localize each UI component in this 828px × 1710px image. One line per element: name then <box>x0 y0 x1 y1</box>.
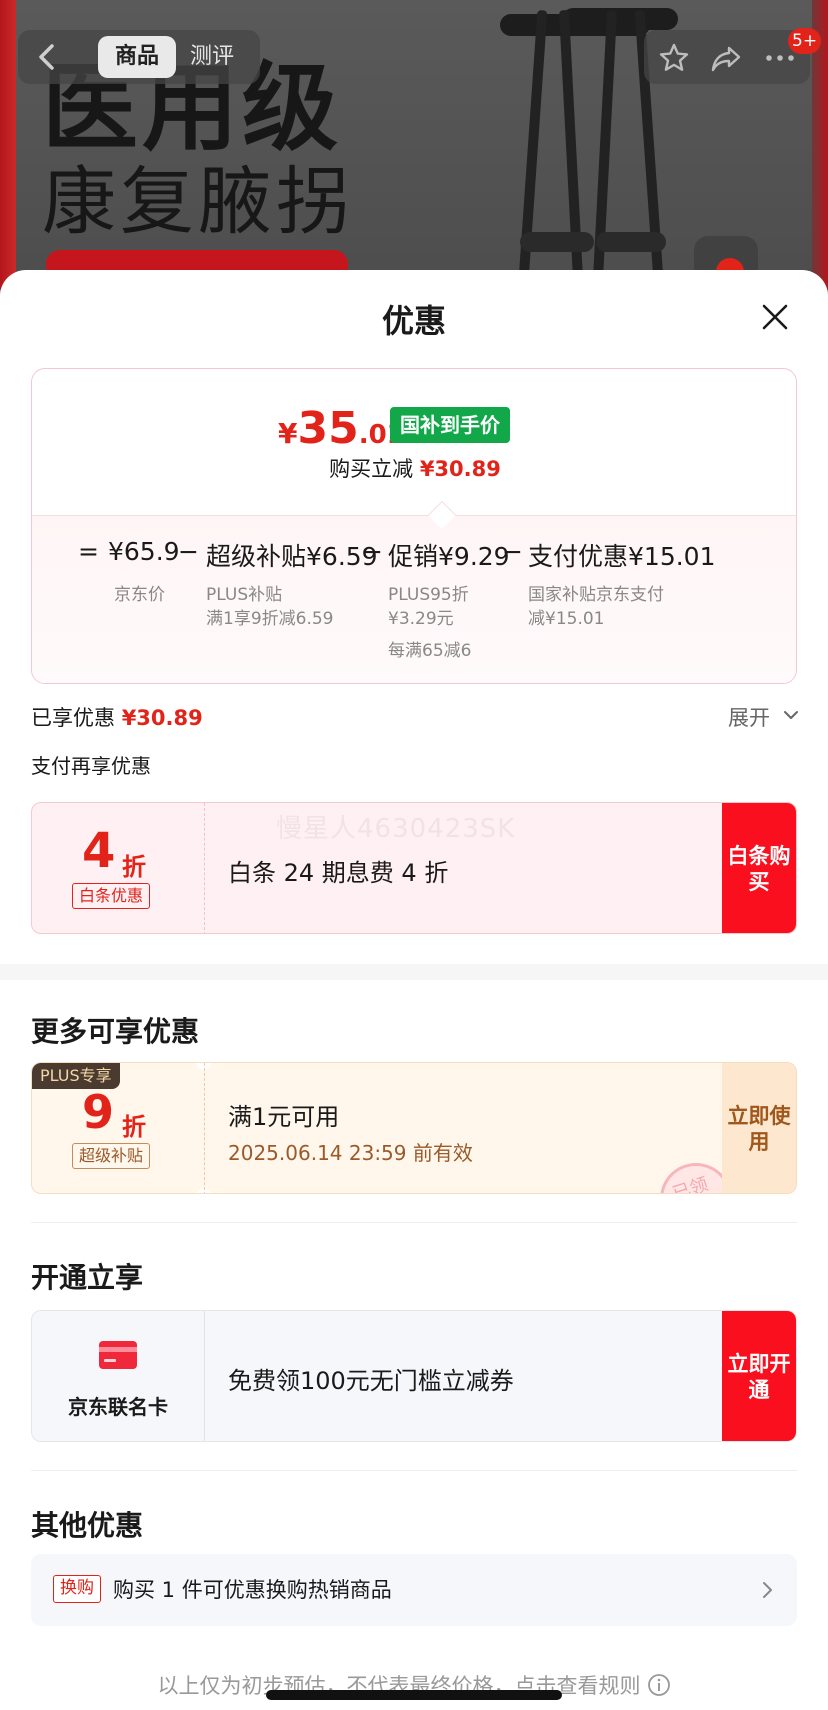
national-subsidy-detail: 减¥15.01 <box>528 609 605 629</box>
coupon-title: 满1元可用 <box>228 1103 340 1131</box>
reduce-amount: ¥30.89 <box>419 457 501 481</box>
open-section-title: 开通立享 <box>31 1261 144 1294</box>
plus-subsidy-label: PLUS补贴 <box>206 585 283 605</box>
use-now-button[interactable]: 立即使用 <box>722 1063 796 1193</box>
promo-label: 促销 <box>388 542 439 571</box>
price-breakdown-card: ¥35.01 国补到手价 购买立减 ¥30.89 = ¥65.9 − 超级补贴¥… <box>31 368 797 684</box>
crutch-shape <box>562 8 678 30</box>
chevron-right-icon[interactable] <box>759 1580 775 1600</box>
discount-unit: 折 <box>122 1113 146 1141</box>
other-section-title: 其他优惠 <box>31 1509 144 1542</box>
full-reduce-label: 每满65减6 <box>388 641 472 661</box>
price-integer: 35 <box>297 403 359 454</box>
promo-value: ¥9.29 <box>438 542 510 571</box>
pay-section-title: 支付再享优惠 <box>31 754 151 778</box>
coupon-title: 白条 24 期息费 4 折 <box>228 859 449 887</box>
promo-item: 促销¥9.29 <box>388 537 510 573</box>
crutch-shape <box>596 232 666 252</box>
pay-discount-value: ¥15.01 <box>628 542 716 571</box>
minus-sign: − <box>178 537 199 566</box>
sheet-title: 优惠 <box>381 302 446 340</box>
section-separator <box>0 964 828 980</box>
plus-subsidy-detail: 满1享9折减6.59 <box>206 609 334 629</box>
star-icon[interactable] <box>658 42 690 74</box>
minus-sign: − <box>502 537 523 566</box>
minus-sign: − <box>362 537 383 566</box>
coupon-divider <box>204 1311 205 1441</box>
discount-sheet: 优惠 ¥35.01 国补到手价 购买立减 ¥30.89 = ¥65.9 − 超级… <box>0 270 828 1710</box>
home-indicator <box>266 1690 562 1700</box>
final-price-tag: 国补到手价 <box>390 407 510 443</box>
currency-symbol: ¥ <box>278 417 298 450</box>
baitiao-tag: 白条优惠 <box>72 883 151 909</box>
open-now-button[interactable]: 立即开通 <box>722 1311 796 1441</box>
plus95-label: PLUS95折 <box>388 585 469 605</box>
baitiao-buy-button[interactable]: 白条购买 <box>722 803 796 933</box>
discount-unit: 折 <box>122 853 146 881</box>
equals-sign: = <box>78 537 99 566</box>
coupon-divider <box>204 1063 205 1193</box>
reduce-label: 购买立减 <box>329 457 414 481</box>
coupon-left: PLUS专享 9 折 超级补贴 <box>32 1063 204 1193</box>
crutch-shape <box>520 232 594 252</box>
jd-price-label: 京东价 <box>114 585 165 605</box>
coupon-left: 4 折 白条优惠 <box>32 803 204 933</box>
plus95-detail: ¥3.29元 <box>388 609 454 629</box>
coupon-expire: 2025.06.14 23:59 前有效 <box>228 1141 473 1165</box>
enjoyed-summary: 已享优惠 ¥30.89 <box>31 702 203 732</box>
pay-discount-label: 支付优惠 <box>528 542 629 571</box>
expand-button[interactable]: 展开 <box>728 702 770 732</box>
super-subsidy-label: 超级补贴 <box>206 542 307 571</box>
coupon-divider <box>204 803 205 933</box>
jd-price-value: ¥65.9 <box>108 537 180 566</box>
final-price: ¥35.01 <box>278 403 405 454</box>
more-section-title: 更多可享优惠 <box>31 1015 200 1048</box>
divider <box>31 1222 797 1223</box>
card-name: 京东联名卡 <box>68 1395 168 1419</box>
coupon-left: 京东联名卡 <box>32 1311 204 1441</box>
discount-number: 4 <box>82 823 116 879</box>
exchange-text: 购买 1 件可优惠换购热销商品 <box>113 1578 392 1602</box>
exchange-offer-row[interactable]: 换购 购买 1 件可优惠换购热销商品 <box>31 1554 797 1626</box>
credit-card-icon <box>98 1339 138 1371</box>
pay-discount-item: 支付优惠¥15.01 <box>528 537 716 573</box>
coupon-title: 免费领100元无门槛立减券 <box>228 1367 514 1395</box>
info-icon[interactable] <box>647 1673 671 1697</box>
enjoyed-amount: ¥30.89 <box>121 706 203 730</box>
cobrand-card-coupon[interactable]: 京东联名卡 免费领100元无门槛立减券 立即开通 <box>31 1310 797 1442</box>
price-formula: = ¥65.9 − 超级补贴¥6.59 − 促销¥9.29 − 支付优惠¥15.… <box>32 537 796 577</box>
plus-coupon[interactable]: PLUS专享 9 折 超级补贴 满1元可用 2025.06.14 23:59 前… <box>31 1062 797 1194</box>
back-icon[interactable] <box>34 42 60 72</box>
national-subsidy-label: 国家补贴京东支付 <box>528 585 664 605</box>
super-subsidy-tag: 超级补贴 <box>72 1143 151 1169</box>
share-icon[interactable] <box>710 42 742 74</box>
tab-product[interactable]: 商品 <box>98 36 176 78</box>
reduce-line: 购买立减 ¥30.89 <box>32 453 796 483</box>
discount-number: 9 <box>82 1085 115 1139</box>
chevron-down-icon[interactable] <box>782 706 800 724</box>
exchange-tag: 换购 <box>53 1575 101 1603</box>
watermark: 慢星人4630423SK <box>276 814 516 844</box>
divider <box>31 1470 797 1471</box>
close-icon[interactable] <box>760 302 790 332</box>
message-badge: 5+ <box>788 28 822 54</box>
hero-subheadline: 康复腋拐 <box>42 159 354 245</box>
tab-review[interactable]: 测评 <box>190 36 234 78</box>
enjoyed-label: 已享优惠 <box>31 706 115 730</box>
super-subsidy-item: 超级补贴¥6.59 <box>206 537 378 573</box>
